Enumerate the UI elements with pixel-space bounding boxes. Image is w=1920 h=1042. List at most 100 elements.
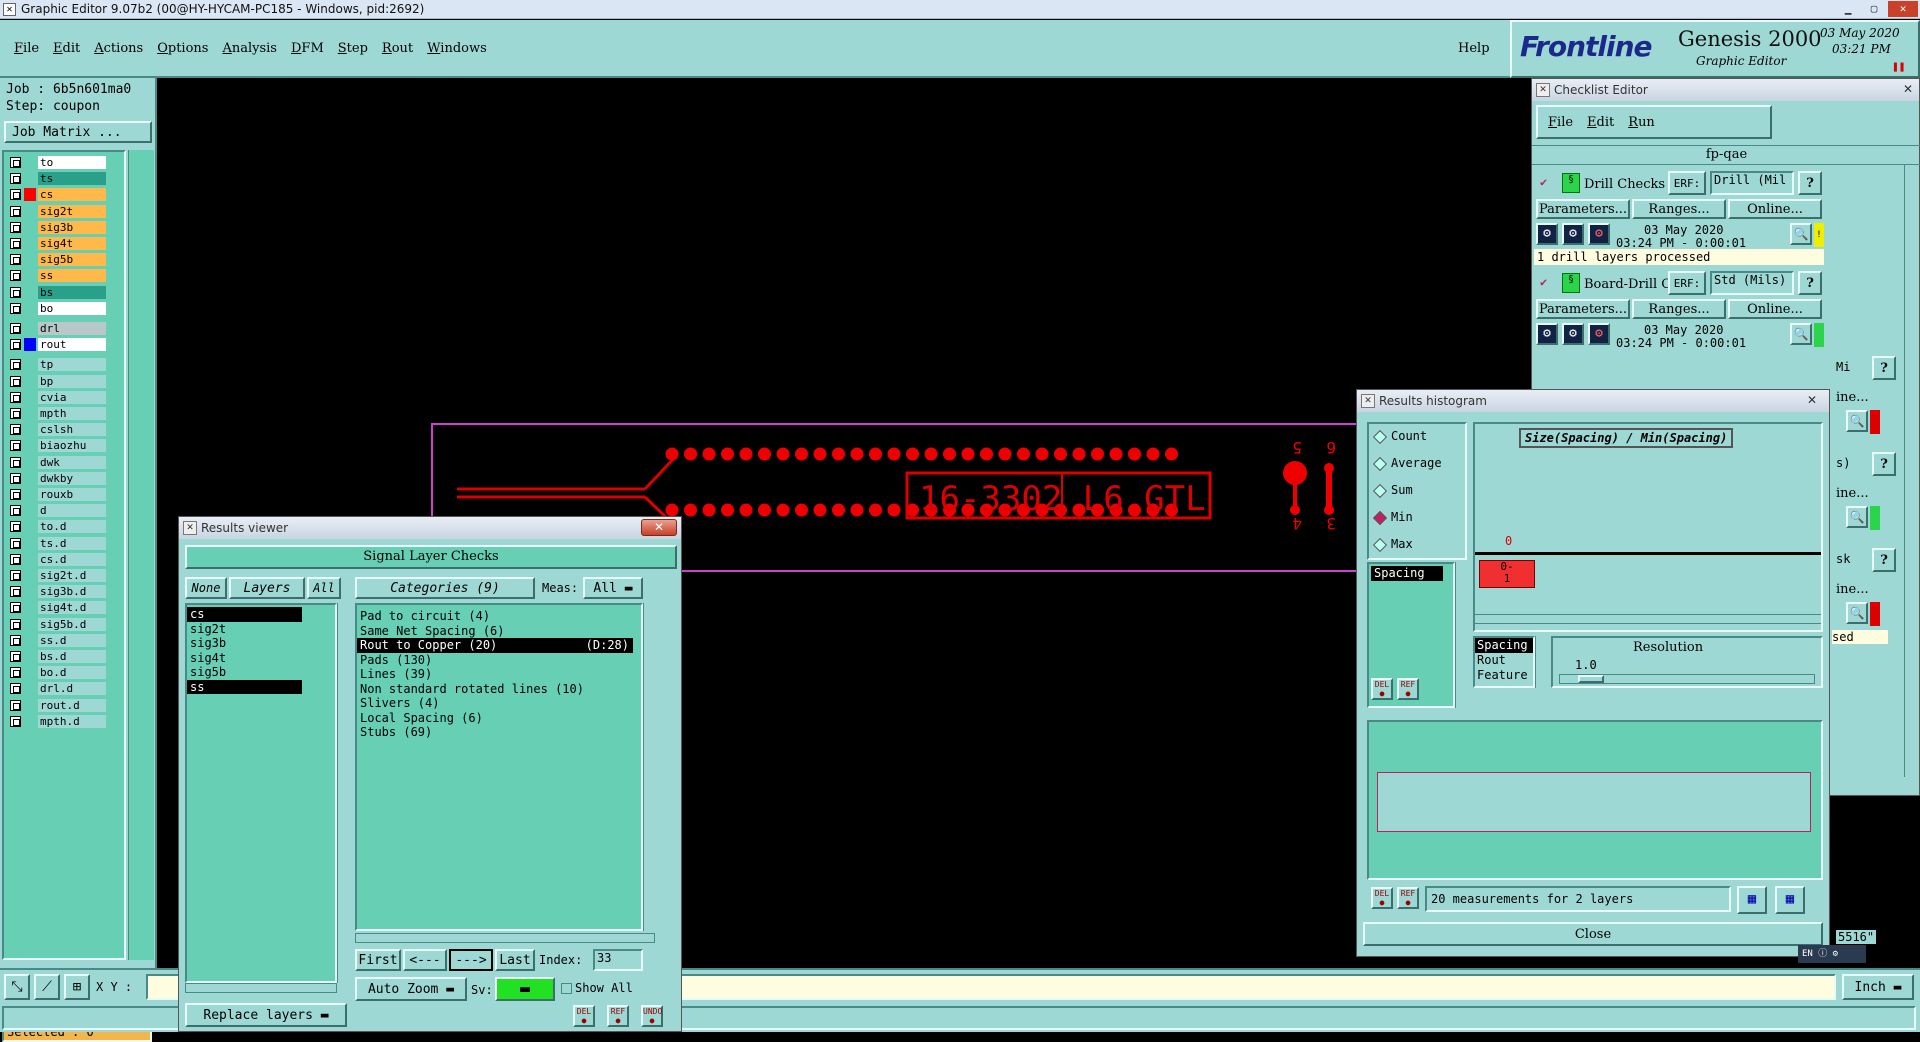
unit-select[interactable]: Inch ▬ [1842,974,1914,1000]
layer-row-ts.d[interactable]: ts.d [10,536,106,550]
layer-checkbox[interactable] [10,359,21,371]
menu-help[interactable]: Help [1458,41,1490,56]
layer-row-sig2t.d[interactable]: sig2t.d [10,569,106,582]
layer-row-dwkby[interactable]: dwkby [10,471,106,485]
radio-icon[interactable] [1372,483,1388,499]
check-board-drill-ranges-button[interactable]: Ranges... [1632,299,1726,319]
layer-name[interactable]: cslsh [38,423,106,437]
check-drill-erf-value[interactable]: Drill (Mil [1710,171,1794,195]
layer-checkbox[interactable] [10,221,21,233]
pad[interactable] [739,447,753,461]
delete-icon[interactable]: DEL ● [1371,887,1393,909]
refresh-icon[interactable]: REF ● [1397,678,1419,700]
pad[interactable] [776,503,790,517]
layer-checkbox[interactable] [10,173,21,185]
layer-name[interactable]: bs [38,285,106,299]
layer-checkbox[interactable] [10,505,21,517]
pad[interactable] [758,503,771,517]
layer-name[interactable]: dwkby [38,471,106,485]
pad[interactable] [1017,447,1030,461]
category-item[interactable]: Lines (39) [357,667,641,682]
pad[interactable] [1091,447,1104,461]
category-item[interactable]: Pad to circuit (4) [357,609,641,624]
layer-row-to[interactable]: to [10,156,106,169]
category-item[interactable]: Same Net Spacing (6) [357,624,641,639]
check-board-drill-help-button[interactable]: ? [1798,271,1822,295]
viewer-category-scrollbar[interactable] [643,603,655,931]
layer-checkbox[interactable] [10,254,21,266]
pad[interactable] [832,503,845,517]
radio-icon[interactable] [1372,537,1388,553]
run-selected-icon[interactable]: ⚙ [1562,323,1584,345]
pad[interactable] [1165,447,1178,461]
layer-checkbox[interactable] [10,667,21,679]
layer-row-bo.d[interactable]: bo.d [10,666,106,680]
layer-name[interactable]: cs.d [38,552,106,566]
layer-name[interactable]: ts.d [38,536,106,550]
viewer-layer-item[interactable]: ss [187,679,302,694]
layer-checkbox[interactable] [10,339,21,351]
layer-checkbox[interactable] [10,570,21,581]
pad[interactable] [850,447,864,461]
category-item[interactable]: Slivers (4) [357,696,641,711]
pad[interactable] [776,447,790,461]
layer-name[interactable]: drl [38,322,106,335]
layer-row-bo[interactable]: bo [10,301,106,315]
last-button[interactable]: Last [495,949,535,971]
check-board-drill-erf-value[interactable]: Std (Mils) [1710,271,1794,295]
layer-row-bp[interactable]: bp [10,374,106,388]
type-list-scrollbar[interactable] [1455,562,1467,708]
layer-name[interactable]: to [38,156,106,169]
check-board-drill-parameters-button[interactable]: Parameters... [1536,299,1630,319]
pad[interactable] [1035,447,1049,461]
menu-dfm[interactable]: DFM [291,41,324,56]
layer-row-sig3b[interactable]: sig3b [10,220,106,234]
layer-checkbox[interactable] [10,553,21,565]
check-board-drill-zoom-icon[interactable]: 🔍 [1790,323,1812,345]
check-board-drill-checkbox[interactable]: ✔ [1540,275,1547,289]
layer-row-ss[interactable]: ss [10,269,106,283]
check-drill-parameters-button[interactable]: Parameters... [1536,199,1630,219]
pad[interactable] [924,447,938,461]
layer-name[interactable]: ss [38,269,106,283]
layer-checkbox[interactable] [10,424,21,436]
check-board-drill-online-button[interactable]: Online... [1728,299,1822,319]
partial-zoom-icon-2[interactable]: 🔍 [1846,506,1868,528]
menu-step[interactable]: Step [338,41,368,56]
all-layers-button[interactable]: All [307,577,341,599]
pad[interactable] [721,503,734,517]
layer-row-sig5b[interactable]: sig5b [10,253,106,267]
layer-name[interactable]: sig2t.d [38,569,106,582]
grid-tool-icon[interactable]: ⊞ [64,974,90,1000]
pad[interactable] [684,503,697,517]
pad[interactable] [795,503,808,517]
pad[interactable] [702,503,716,517]
category-item[interactable]: Stubs (69) [357,725,641,740]
select-tool-icon[interactable]: ⤡ [4,974,30,1000]
partial-help-button-3[interactable]: ? [1872,548,1896,572]
layer-row-ss.d[interactable]: ss.d [10,633,106,647]
histogram-option-min[interactable]: Min [1369,505,1465,532]
category-item[interactable]: Non standard rotated lines (10) [357,682,641,697]
index-input[interactable]: 33 [593,949,643,971]
check-drill-help-button[interactable]: ? [1798,171,1822,195]
layer-row-biaozhu[interactable]: biaozhu [10,439,106,453]
refresh-icon[interactable]: REF ● [607,1005,629,1027]
layers-header[interactable]: Layers [229,577,305,599]
layer-checkbox[interactable] [10,456,21,468]
feature-rout[interactable]: Rout [1475,653,1533,668]
layer-row-sig3b.d[interactable]: sig3b.d [10,585,106,599]
layer-name[interactable]: bo.d [38,666,106,680]
pad[interactable] [1146,447,1160,461]
category-item[interactable]: Pads (130) [357,653,641,668]
checklist-menu-file[interactable]: File [1548,115,1573,130]
resolution-slider[interactable] [1559,674,1815,684]
layer-name[interactable]: d [38,504,106,518]
checklist-close-icon[interactable]: ✕ [1903,82,1913,96]
histogram-option-average[interactable]: Average [1369,451,1465,478]
radio-icon[interactable] [1372,510,1388,526]
layer-checkbox[interactable] [10,440,21,452]
type-item-spacing[interactable]: Spacing [1371,566,1443,581]
layer-row-bs[interactable]: bs [10,285,106,299]
layer-name[interactable]: sig4t.d [38,601,106,615]
